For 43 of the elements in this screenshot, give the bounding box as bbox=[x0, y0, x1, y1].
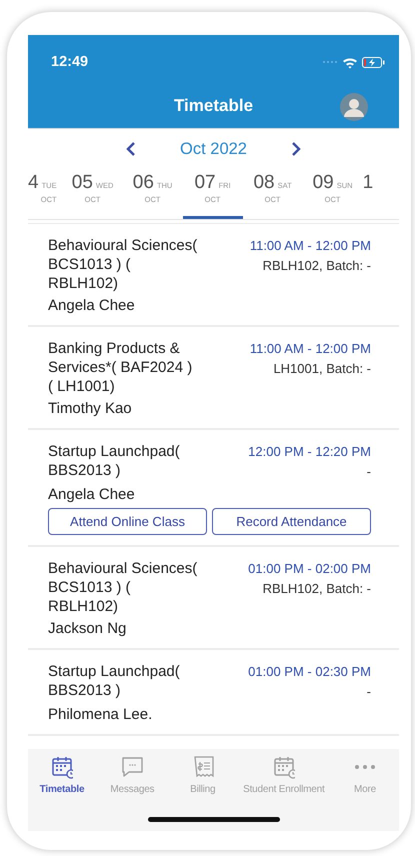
class-card[interactable]: Behavioural Sciences( BCS1013 ) ( RBLH102) 01:00 PM - 02:00 PM RBLH102, Batch: - Jackson Ng bbox=[28, 547, 399, 650]
battery-icon bbox=[362, 56, 385, 68]
class-time: 11:00 AM - 12:00 PM bbox=[250, 237, 371, 255]
class-title: Startup Launchpad( BBS2013 ) bbox=[48, 442, 181, 480]
teacher-name: Timothy Kao bbox=[48, 399, 133, 418]
class-location: RBLH102, Batch: - bbox=[262, 257, 371, 275]
class-card[interactable]: Banking Products & Services*( BAF2024 ) ( LH1001) 11:00 AM - 12:00 PM LH1001, Batch: - Timothy Kao bbox=[28, 327, 399, 430]
calendar-clock-icon bbox=[51, 755, 73, 779]
class-card[interactable]: Startup Launchpad( BBS2013 ) 01:00 PM - 02:30 PM - Philomena Lee. bbox=[28, 650, 399, 736]
screen-title: Timetable bbox=[174, 96, 254, 116]
receipt-icon bbox=[192, 755, 214, 779]
class-time: 12:00 PM - 12:20 PM bbox=[248, 443, 371, 461]
date-tab[interactable]: 1 bbox=[362, 169, 377, 219]
class-title: Behavioural Sciences( BCS1013 ) ( RBLH102) bbox=[48, 236, 198, 293]
class-time: 01:00 PM - 02:30 PM bbox=[248, 663, 371, 681]
teacher-name: Angela Chee bbox=[48, 485, 136, 504]
status-time: 12:49 bbox=[51, 54, 88, 70]
class-location: - bbox=[366, 683, 371, 701]
class-title: Banking Products & Services*( BAF2024 ) ( LH1001) bbox=[48, 339, 194, 396]
class-time: 11:00 AM - 12:00 PM bbox=[250, 340, 371, 358]
class-time: 01:00 PM - 02:00 PM bbox=[248, 560, 371, 578]
class-title: Behavioural Sciences( BCS1013 ) ( RBLH102) bbox=[48, 559, 198, 616]
teacher-name: Jackson Ng bbox=[48, 619, 128, 638]
wifi-icon bbox=[342, 56, 358, 68]
avatar-icon[interactable] bbox=[340, 93, 369, 122]
more-icon bbox=[354, 765, 375, 769]
tab-bar-item[interactable]: Timetable bbox=[32, 755, 92, 795]
action-button[interactable]: Attend Online Class bbox=[48, 508, 207, 535]
teacher-name: Angela Chee bbox=[48, 296, 136, 315]
signal-icon bbox=[322, 58, 338, 66]
chat-bubble-icon bbox=[121, 755, 144, 779]
class-card[interactable]: Startup Launchpad( BBS2013 ) 12:00 PM - 12:20 PM - Angela Chee Attend Online Class Record Attendance bbox=[28, 430, 399, 547]
class-location: LH1001, Batch: - bbox=[272, 360, 371, 378]
teacher-name: Philomena Lee. bbox=[48, 705, 154, 724]
month-label: Oct 2022 bbox=[180, 140, 247, 158]
class-location: RBLH102, Batch: - bbox=[262, 580, 371, 598]
calendar-clock-icon bbox=[272, 755, 295, 779]
action-button[interactable]: Record Attendance bbox=[212, 508, 371, 535]
class-title: Startup Launchpad( BBS2013 ) bbox=[48, 662, 181, 700]
chevron-left-icon bbox=[126, 142, 136, 156]
class-card[interactable]: Behavioural Sciences( BCS1013 ) ( RBLH102) 11:00 AM - 12:00 PM RBLH102, Batch: - Angela Chee bbox=[28, 224, 399, 327]
class-location: - bbox=[366, 463, 371, 481]
chevron-right-icon bbox=[290, 142, 301, 156]
